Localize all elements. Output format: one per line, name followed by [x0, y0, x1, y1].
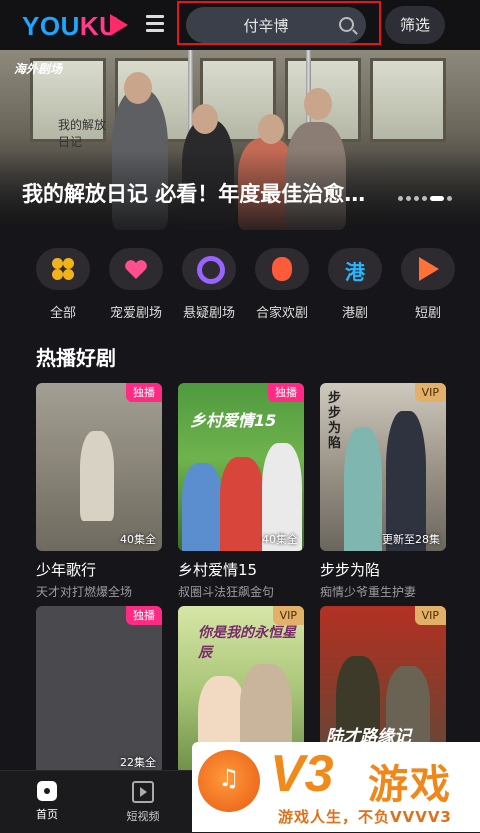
filter-button[interactable]: 筛选: [385, 6, 445, 44]
short-video-icon: [132, 781, 154, 803]
heart-icon: [125, 260, 147, 279]
drama-title: 乡村爱情15: [178, 561, 258, 579]
category-icon-bg: [109, 248, 163, 290]
category-icon-bg: 港: [328, 248, 382, 290]
drama-subtitle: 痴情少爷重生护妻: [320, 585, 417, 599]
category-pet-love[interactable]: 宠爱剧场: [100, 248, 172, 321]
drama-subtitle: 天才对打燃爆全场: [36, 585, 133, 599]
drama-poster: 独播 40集全: [36, 383, 162, 551]
music-disc-logo-icon: [198, 750, 260, 812]
home-icon: [37, 781, 57, 801]
top-bar: YOUKU 付辛博 筛选: [0, 0, 480, 50]
category-label: 短剧: [414, 306, 441, 321]
banner-title[interactable]: 我的解放日记 必看！年度最佳治愈…: [22, 178, 392, 208]
nav-label: 短视频: [126, 810, 160, 823]
category-icon-bg: [36, 248, 90, 290]
category-short-drama[interactable]: 短剧: [392, 248, 464, 321]
category-suspense[interactable]: 悬疑剧场: [173, 248, 245, 321]
section-title: 热播好剧: [36, 346, 116, 370]
category-all[interactable]: 全部: [27, 248, 99, 321]
train-window: [370, 58, 446, 142]
vip-badge: VIP: [414, 383, 446, 402]
episode-count: 40集全: [120, 533, 156, 546]
category-label: 全部: [49, 306, 76, 321]
drama-subtitle: 叔圈斗法狂飙金句: [178, 585, 275, 599]
poster-figure: [386, 411, 426, 551]
drama-title: 步步为陷: [320, 561, 381, 579]
category-label: 宠爱剧场: [109, 306, 162, 321]
poster-figure: [220, 457, 264, 551]
nav-label: 首页: [36, 808, 58, 821]
poster-figure: [344, 427, 382, 551]
episode-count: 22集全: [120, 756, 156, 769]
play-icon: [419, 257, 439, 281]
drama-poster: 乡村爱情15 独播 40集全: [178, 383, 304, 551]
exclusive-badge: 独播: [126, 383, 162, 402]
drama-card[interactable]: 乡村爱情15 独播 40集全 乡村爱情15 叔圈斗法狂飙金句: [178, 383, 304, 600]
poster-title-art: 乡村爱情15: [190, 411, 277, 430]
poster-figure: [80, 431, 114, 521]
drama-poster: 独播 22集全: [36, 606, 162, 774]
category-family[interactable]: 合家欢剧: [246, 248, 318, 321]
youku-logo[interactable]: YOUKU: [22, 11, 118, 42]
exclusive-badge: 独播: [126, 606, 162, 625]
drama-poster: 步步为陷 VIP 更新至28集: [320, 383, 446, 551]
poster-title-art: 你是我的永恒星辰: [198, 625, 296, 661]
category-label: 悬疑剧场: [182, 306, 235, 321]
category-label: 合家欢剧: [255, 306, 308, 321]
search-highlight-frame: [177, 1, 381, 45]
vip-badge: VIP: [272, 606, 304, 625]
watermark-slogan: 游戏人生，不负VVVV3: [278, 808, 452, 826]
banner-tag: 海外剧场: [14, 62, 63, 76]
clover-icon: [52, 258, 74, 280]
exclusive-badge: 独播: [268, 383, 304, 402]
nav-short-video[interactable]: 短视频: [113, 781, 173, 824]
episode-count: 更新至28集: [382, 533, 440, 546]
poster-figure: [182, 463, 222, 551]
category-icon-bg: [182, 248, 236, 290]
person-head: [304, 88, 332, 120]
banner-poster-calligraphy: 我的解放日记: [58, 118, 107, 149]
pagination-dot: [398, 196, 403, 201]
lantern-icon: [272, 257, 292, 281]
category-label: 港剧: [341, 306, 368, 321]
category-row: 全部 宠爱剧场 悬疑剧场 合家欢剧 港 港剧 短剧: [0, 248, 480, 328]
nav-home[interactable]: 首页: [17, 781, 77, 822]
menu-icon[interactable]: [146, 15, 164, 33]
pagination-dot-active: [430, 196, 444, 201]
banner-pagination: [398, 188, 455, 201]
person-head: [124, 72, 152, 104]
category-icon-bg: [401, 248, 455, 290]
hero-banner[interactable]: 我的解放日记 海外剧场 我的解放日记 必看！年度最佳治愈…: [0, 50, 480, 230]
poster-title-art: 步步为陷: [328, 391, 342, 451]
gang-text-icon: 港: [345, 260, 365, 284]
pagination-dot: [447, 196, 452, 201]
person-head: [258, 114, 284, 144]
magnifier-q-icon: [197, 256, 225, 284]
watermark-brand-cn: 游戏: [368, 762, 452, 808]
category-hk-drama[interactable]: 港 港剧: [319, 248, 391, 321]
youku-play-logo-icon: [110, 14, 128, 36]
watermark-brand: V3: [270, 745, 334, 803]
drama-title: 少年歌行: [36, 561, 97, 579]
person-head: [192, 104, 218, 134]
drama-card[interactable]: 独播 22集全: [36, 606, 162, 774]
v3-watermark: V3 游戏 游戏人生，不负VVVV3: [192, 742, 480, 832]
pagination-dot: [414, 196, 419, 201]
vip-badge: VIP: [414, 606, 446, 625]
pagination-dot: [406, 196, 411, 201]
pagination-dot: [422, 196, 427, 201]
drama-card[interactable]: 步步为陷 VIP 更新至28集 步步为陷 痴情少爷重生护妻: [320, 383, 446, 600]
episode-count: 40集全: [262, 533, 298, 546]
drama-card[interactable]: 独播 40集全 少年歌行 天才对打燃爆全场: [36, 383, 162, 600]
category-icon-bg: [255, 248, 309, 290]
